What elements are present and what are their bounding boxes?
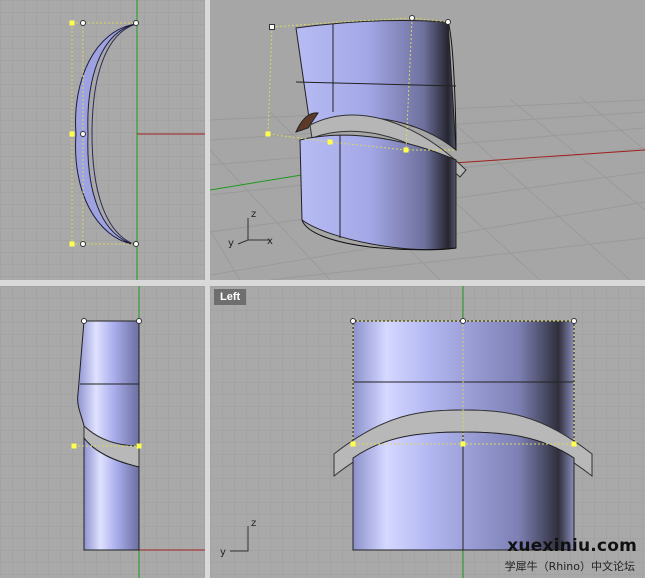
axis-y-label: y: [228, 238, 234, 249]
control-point: [409, 15, 415, 21]
control-point: [136, 318, 142, 324]
control-point: [327, 139, 333, 145]
control-point: [265, 131, 271, 137]
control-point: [80, 131, 86, 137]
axis-gizmo: [237, 218, 270, 245]
viewport-front-canvas: [0, 286, 205, 578]
viewport-top[interactable]: [0, 0, 205, 280]
viewport-top-canvas: [0, 0, 205, 280]
control-point: [71, 443, 77, 449]
control-point: [81, 318, 87, 324]
viewport-front[interactable]: [0, 286, 205, 578]
watermark-forum: 学犀牛（Rhino）中文论坛: [504, 560, 635, 573]
axis-z-label: z: [251, 209, 256, 220]
control-point: [571, 441, 577, 447]
control-point: [69, 241, 75, 247]
control-point: [460, 441, 466, 447]
control-point: [80, 241, 86, 247]
viewport-perspective[interactable]: z y x: [210, 0, 645, 280]
control-point: [69, 131, 75, 137]
viewport-left-label[interactable]: Left: [214, 289, 247, 305]
control-point: [350, 318, 356, 324]
axis-y-label: y: [220, 547, 226, 558]
watermark-site: xuexiniu.com: [507, 536, 637, 556]
viewport-perspective-canvas: z y x: [210, 15, 645, 280]
control-point: [403, 147, 409, 153]
control-point: [350, 441, 356, 447]
control-point: [69, 20, 75, 26]
viewport-left-canvas: z y: [210, 286, 645, 578]
viewport-left[interactable]: z y Left: [210, 286, 645, 578]
axis-z-label: z: [251, 518, 256, 529]
control-point: [445, 19, 451, 25]
control-point: [133, 20, 139, 26]
control-point: [80, 20, 86, 26]
control-point: [136, 443, 142, 449]
control-point: [269, 24, 275, 30]
axis-x-label: x: [267, 236, 273, 247]
shell-lower: [299, 134, 457, 251]
control-point: [133, 241, 139, 247]
control-point: [571, 318, 577, 324]
control-point: [460, 318, 466, 324]
